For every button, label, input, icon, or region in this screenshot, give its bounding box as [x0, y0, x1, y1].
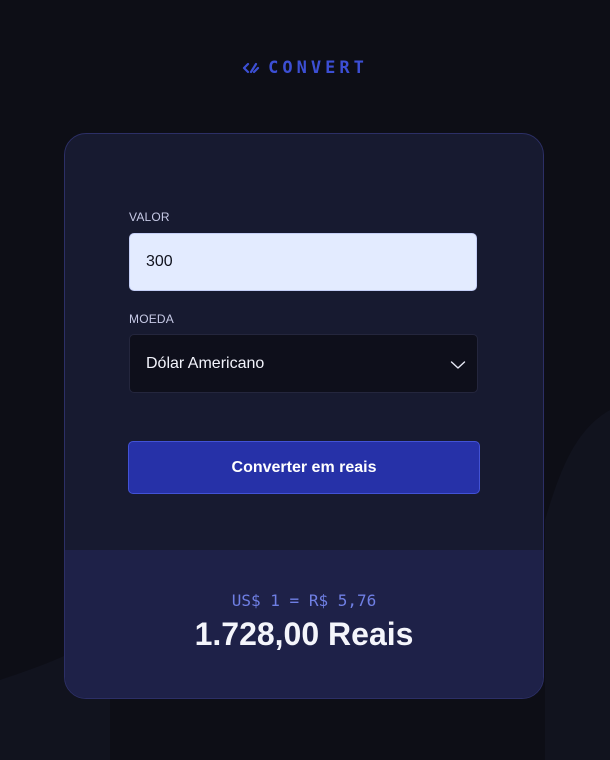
- convert-arrows-icon: [242, 61, 260, 75]
- result-panel: US$ 1 = R$ 5,76 1.728,00 Reais: [65, 550, 543, 698]
- converter-card: VALOR MOEDA Dólar Americano Converter em…: [64, 133, 544, 699]
- amount-label: VALOR: [129, 210, 170, 224]
- currency-selected-value: Dólar Americano: [146, 354, 265, 372]
- chevron-down-icon: [450, 357, 466, 375]
- currency-select[interactable]: Dólar Americano: [129, 334, 478, 393]
- convert-button[interactable]: Converter em reais: [128, 441, 480, 494]
- app-logo: CONVERT: [0, 58, 610, 78]
- currency-label: MOEDA: [129, 312, 175, 326]
- exchange-rate: US$ 1 = R$ 5,76: [231, 591, 377, 610]
- page: CONVERT VALOR MOEDA Dólar Americano Conv…: [0, 0, 610, 760]
- converted-total: 1.728,00 Reais: [194, 616, 414, 652]
- amount-input[interactable]: [129, 233, 477, 291]
- logo-text: CONVERT: [268, 58, 368, 78]
